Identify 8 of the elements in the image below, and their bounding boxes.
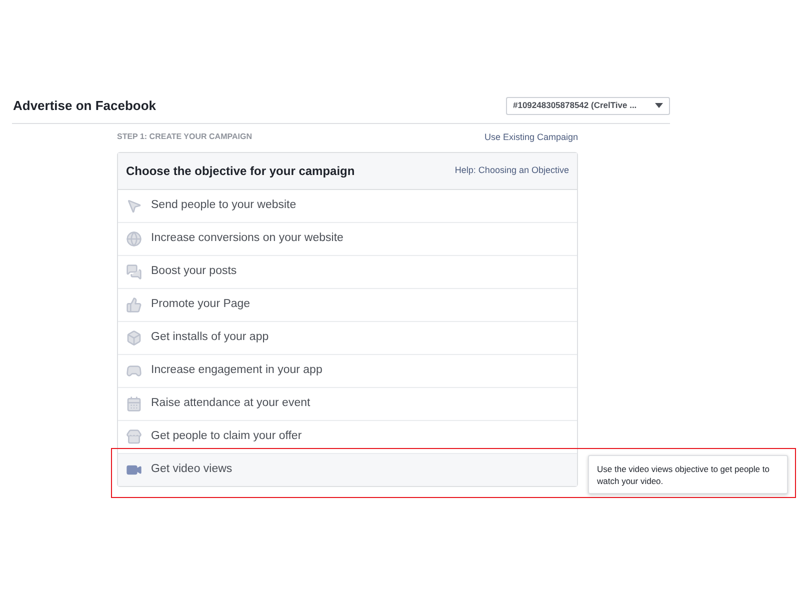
use-existing-campaign-link[interactable]: Use Existing Campaign — [484, 130, 578, 144]
tooltip: Use the video views objective to get people to watch your video. — [588, 455, 788, 494]
card-title: Choose the objective for your campaign — [126, 163, 355, 180]
help-link[interactable]: Help: Choosing an Objective — [454, 164, 569, 178]
page-title: Advertise on Facebook — [12, 97, 156, 115]
account-select[interactable]: #109248305878542 (CrelTive ... — [506, 96, 670, 115]
objective-option[interactable]: Get video views — [118, 454, 577, 486]
step-label: STEP 1: CREATE YOUR CAMPAIGN — [117, 131, 252, 144]
